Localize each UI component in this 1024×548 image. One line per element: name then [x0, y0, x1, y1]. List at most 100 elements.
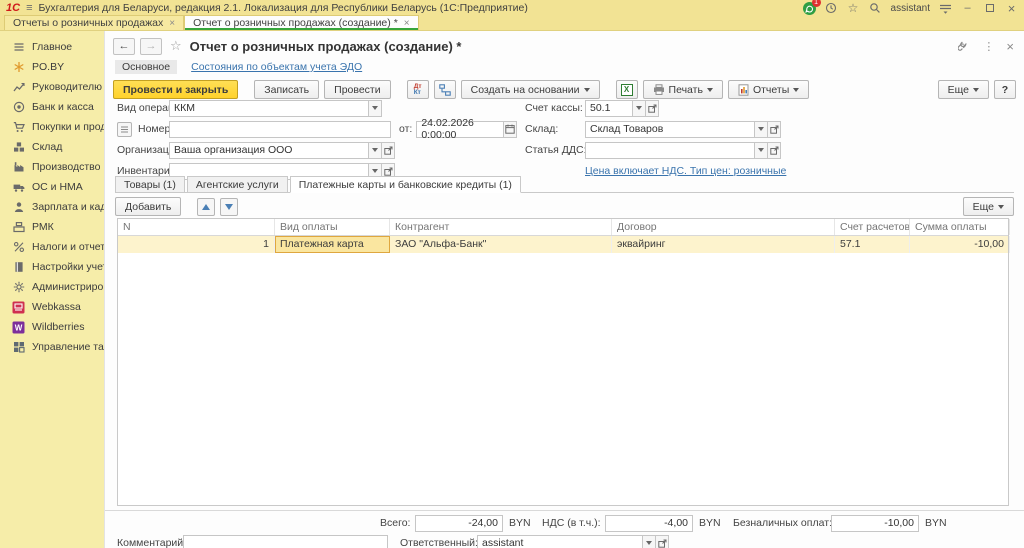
cell-contract[interactable]: эквайринг	[612, 236, 835, 253]
responsible-open-button[interactable]	[656, 534, 669, 548]
more-button[interactable]: Еще	[937, 80, 989, 99]
set-number-button[interactable]	[117, 121, 132, 137]
chevron-down-icon	[706, 87, 713, 92]
sidebar-item-main[interactable]: Главное	[0, 37, 104, 57]
more-menu-icon[interactable]: ⋮	[983, 40, 994, 53]
date-field[interactable]: 24.02.2026 0:00:00	[416, 117, 505, 141]
post-and-close-button[interactable]: Провести и закрыть	[113, 80, 239, 99]
table-more-button[interactable]: Еще	[962, 197, 1014, 216]
responsible-field[interactable]: assistant	[477, 534, 643, 548]
total-label: Всего:	[380, 517, 411, 529]
responsible-dropdown-button[interactable]	[643, 534, 656, 548]
move-row-down-button[interactable]	[220, 197, 239, 216]
restore-button[interactable]	[983, 2, 996, 15]
minimize-button[interactable]: –	[961, 2, 974, 15]
sidebar-item-salary-hr[interactable]: Зарплата и кадры	[0, 197, 120, 217]
tab-label: Отчет о розничных продажах (создание) *	[193, 17, 398, 29]
nav-tab-main[interactable]: Основное	[115, 60, 178, 74]
service-menu-icon[interactable]	[939, 2, 952, 15]
get-link-icon[interactable]	[958, 40, 971, 53]
date-calendar-button[interactable]	[504, 120, 518, 138]
sidebar-item-production[interactable]: Производство	[0, 157, 104, 177]
chevron-down-icon	[583, 87, 590, 92]
warehouse-dropdown-button[interactable]	[755, 120, 768, 138]
main-menu-icon[interactable]: ≡	[26, 2, 32, 14]
cash-account-dropdown-button[interactable]	[633, 99, 646, 117]
create-based-on-button[interactable]: Создать на основании	[460, 80, 600, 99]
structure-of-subordination-button[interactable]	[433, 80, 456, 99]
save-button[interactable]: Записать	[254, 80, 320, 99]
cell-counterparty[interactable]: ЗАО "Альфа-Банк"	[390, 236, 612, 253]
sidebar-item-manager[interactable]: Руководителю	[0, 77, 104, 97]
gear-icon	[12, 281, 25, 294]
comment-field[interactable]	[183, 534, 388, 548]
search-button[interactable]	[869, 2, 882, 15]
reports-button[interactable]: Отчеты	[727, 80, 810, 99]
organization-field[interactable]: Ваша организация ООО	[169, 141, 369, 159]
sidebar-item-rmk[interactable]: РМК	[0, 217, 104, 237]
col-n: N	[118, 219, 275, 235]
move-row-up-button[interactable]	[197, 197, 216, 216]
sidebar-item-fixed-assets[interactable]: ОС и НМА	[0, 177, 104, 197]
number-field[interactable]	[169, 120, 391, 138]
structure-icon	[438, 83, 451, 96]
totals-row: Всего: -24,00 BYN НДС (в т.ч.): -4,00 BY…	[105, 514, 1024, 532]
vat-currency: BYN	[699, 517, 721, 529]
operation-kind-field[interactable]: ККМ	[169, 99, 369, 117]
show-postings-button[interactable]: Дт Кт	[406, 80, 429, 99]
dds-article-field[interactable]	[585, 141, 755, 159]
table-row[interactable]: 1 Платежная карта ЗАО "Альфа-Банк" эквай…	[118, 236, 1010, 253]
sidebar-item-wildberries[interactable]: W Wildberries	[0, 317, 104, 337]
export-excel-button[interactable]: X	[615, 80, 638, 99]
total-field: -24,00	[415, 514, 503, 532]
operation-kind-dropdown-button[interactable]	[369, 99, 382, 117]
close-app-button[interactable]: ×	[1005, 1, 1018, 16]
cell-settlement-account[interactable]: 57.1	[835, 236, 910, 253]
help-button[interactable]: ?	[994, 80, 1016, 99]
sidebar-item-accounting-settings[interactable]: Настройки учета	[0, 257, 113, 277]
sidebar-item-bank-cash[interactable]: Банк и касса	[0, 97, 104, 117]
organization-open-button[interactable]	[382, 141, 395, 159]
warehouse-open-button[interactable]	[768, 120, 781, 138]
post-button[interactable]: Провести	[324, 80, 391, 99]
application-window: 1С ≡ Бухгалтерия для Беларуси, редакция …	[0, 0, 1024, 548]
cash-register-icon	[12, 221, 25, 234]
sidebar-item-poby[interactable]: PO.BY	[0, 57, 104, 77]
cell-payment-amount[interactable]: -10,00	[910, 236, 1010, 253]
notifications-button[interactable]: 1	[802, 0, 821, 15]
forward-button[interactable]: →	[140, 37, 162, 55]
sidebar-item-tariff-management[interactable]: Управление тарифом	[0, 337, 137, 357]
sidebar-item-webkassa[interactable]: Webkassa	[0, 297, 104, 317]
favorites-button[interactable]: ☆	[847, 1, 860, 15]
cell-payment-type[interactable]: Платежная карта	[275, 236, 390, 253]
operation-kind-label: Вид операции:	[117, 102, 189, 114]
close-tab-icon[interactable]: ×	[169, 18, 175, 29]
close-document-icon[interactable]: ×	[1006, 39, 1014, 54]
cash-account-field[interactable]: 50.1	[585, 99, 633, 117]
tab-agent-services[interactable]: Агентские услуги	[186, 176, 288, 192]
sidebar-item-warehouse[interactable]: Склад	[0, 137, 104, 157]
current-user[interactable]: assistant	[891, 3, 930, 14]
edo-states-link[interactable]: Состояния по объектам учета ЭДО	[191, 61, 362, 73]
sidebar-item-taxes-reporting[interactable]: Налоги и отчетность	[0, 237, 132, 257]
warehouse-field[interactable]: Склад Товаров	[585, 120, 755, 138]
cell-row-number[interactable]: 1	[118, 236, 275, 253]
cash-account-open-button[interactable]	[646, 99, 659, 117]
organization-dropdown-button[interactable]	[369, 141, 382, 159]
back-button[interactable]: ←	[113, 37, 135, 55]
tab-retail-sales-list[interactable]: Отчеты о розничных продажах ×	[4, 15, 185, 30]
print-button[interactable]: Печать	[642, 80, 723, 99]
date-label: от:	[399, 123, 413, 135]
sidebar-item-purchases-sales[interactable]: Покупки и продажи	[0, 117, 125, 137]
factory-icon	[12, 161, 25, 174]
add-row-button[interactable]: Добавить	[115, 197, 182, 216]
sidebar-item-administration[interactable]: Администрирование	[0, 277, 132, 297]
close-tab-icon[interactable]: ×	[404, 18, 410, 29]
tab-retail-sales-document[interactable]: Отчет о розничных продажах (создание) * …	[184, 15, 419, 30]
history-button[interactable]	[825, 2, 838, 15]
favorite-star-icon[interactable]: ☆	[170, 38, 182, 54]
dds-article-open-button[interactable]	[768, 141, 781, 159]
dds-article-dropdown-button[interactable]	[755, 141, 768, 159]
tab-goods[interactable]: Товары (1)	[115, 176, 185, 192]
tab-payment-cards[interactable]: Платежные карты и банковские кредиты (1)	[289, 176, 521, 193]
